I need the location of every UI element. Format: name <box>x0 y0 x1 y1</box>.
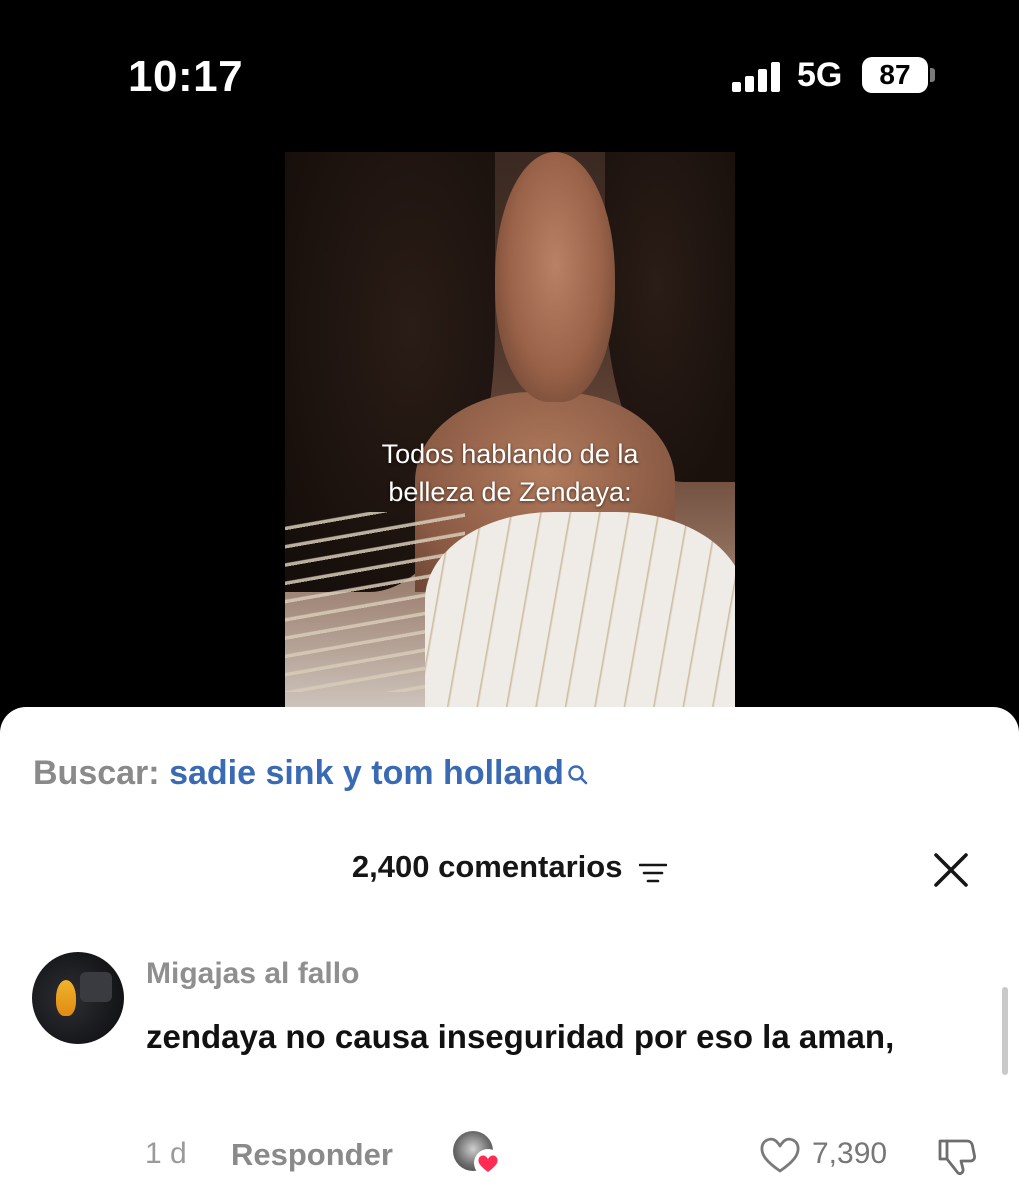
comment-text: zendaya no causa inseguridad por eso la … <box>146 1018 895 1055</box>
signal-icon <box>732 60 784 92</box>
heart-icon[interactable] <box>758 1135 802 1175</box>
search-prefix: Buscar: <box>33 754 160 792</box>
video-caption-line: belleza de Zendaya: <box>388 477 632 507</box>
network-type: 5G <box>797 56 843 94</box>
comment-username[interactable]: Migajas al fallo <box>146 957 359 991</box>
battery-icon: 87 <box>862 57 928 93</box>
comments-sheet: Buscar: sadie sink y tom holland 2,400 c… <box>0 707 1019 1200</box>
video-image-region <box>495 152 615 402</box>
battery-nub <box>930 68 935 82</box>
battery-level: 87 <box>879 59 911 90</box>
video-image-region <box>425 512 735 712</box>
scrollbar[interactable] <box>1002 987 1008 1075</box>
reply-button[interactable]: Responder <box>231 1137 393 1173</box>
comment-timestamp: 1 d <box>145 1137 187 1170</box>
search-icon[interactable] <box>567 756 589 785</box>
comments-count: 2,400 comentarios <box>351 849 623 884</box>
status-bar: 10:17 5G 87 <box>0 0 1019 150</box>
video-caption-line: Todos hablando de la <box>381 439 639 469</box>
comment-actions: 1 d Responder 7,390 <box>0 1131 1019 1197</box>
comments-header: 2,400 comentarios <box>0 849 1019 885</box>
search-query-link[interactable]: sadie sink y tom holland <box>169 754 564 792</box>
search-suggestion[interactable]: Buscar: sadie sink y tom holland <box>33 754 589 793</box>
close-icon[interactable] <box>933 852 969 888</box>
like-count: 7,390 <box>812 1137 888 1170</box>
video-player[interactable]: Todos hablando de la belleza de Zendaya: <box>285 152 735 712</box>
status-time: 10:17 <box>128 52 244 101</box>
avatar-image-detail <box>80 972 112 1002</box>
avatar-image-detail <box>56 980 76 1016</box>
creator-heart-icon <box>474 1149 502 1177</box>
avatar[interactable] <box>32 952 124 1044</box>
video-caption: Todos hablando de la belleza de Zendaya: <box>285 435 735 511</box>
dislike-icon[interactable] <box>934 1133 980 1179</box>
filter-icon[interactable] <box>638 856 668 883</box>
